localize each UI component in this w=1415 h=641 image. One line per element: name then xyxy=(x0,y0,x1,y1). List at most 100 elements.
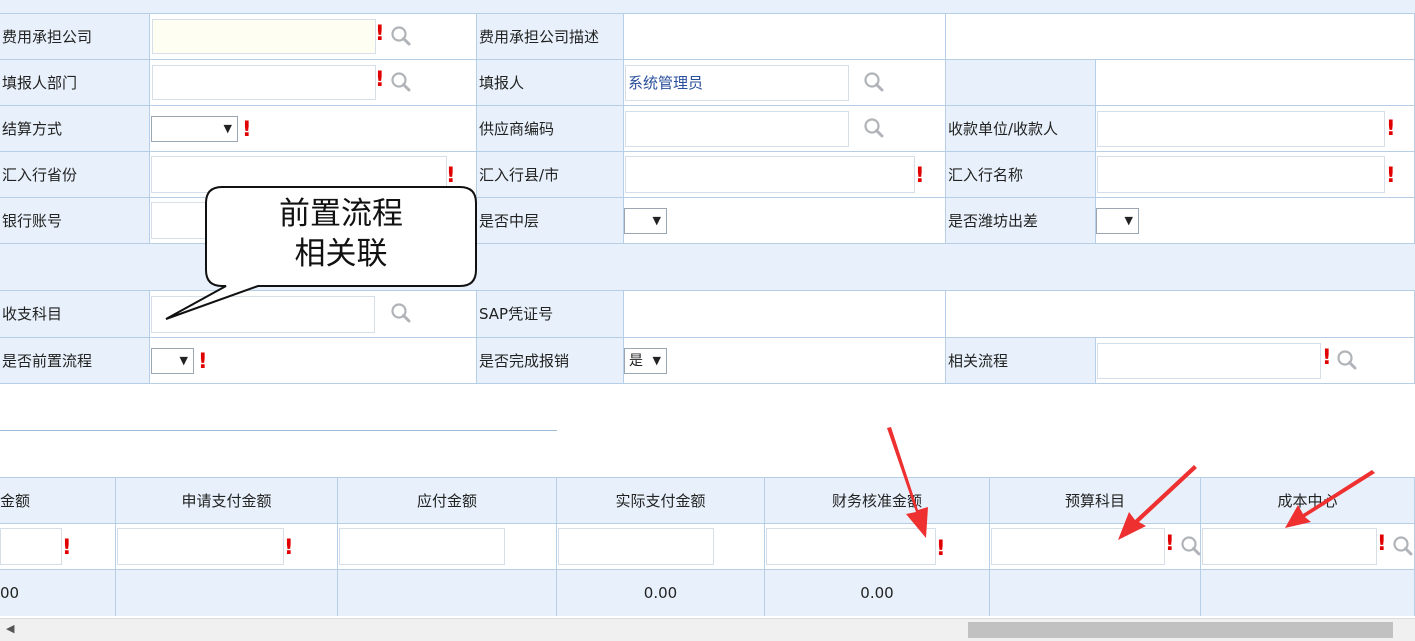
required-icon: ! xyxy=(1377,531,1387,555)
search-icon[interactable] xyxy=(863,117,885,139)
apply-pay-input[interactable] xyxy=(117,528,284,565)
cost-company-input[interactable] xyxy=(152,19,376,54)
bank-city-input[interactable] xyxy=(625,156,915,193)
bank-city-value-cell: ! xyxy=(624,152,946,198)
payable-input[interactable] xyxy=(339,528,505,565)
row2-empty-label-cell xyxy=(946,60,1096,106)
bank-province-input[interactable] xyxy=(151,156,447,193)
payee-label-cell: 收款单位/收款人 xyxy=(946,106,1096,152)
col-header-apply-pay: 申请支付金额 xyxy=(116,478,338,524)
payee-value-cell: ! xyxy=(1096,106,1415,152)
budget-subject-input[interactable] xyxy=(991,528,1165,565)
reporter-input[interactable]: 系统管理员 xyxy=(625,65,849,101)
search-icon[interactable] xyxy=(1180,535,1202,557)
total-amount-value: 00 xyxy=(0,584,20,602)
is-pre-process-select[interactable]: ▼ xyxy=(151,348,194,374)
col-header-actual-paid-text: 实际支付金额 xyxy=(615,492,706,510)
payee-input[interactable] xyxy=(1097,111,1385,147)
horizontal-scrollbar[interactable]: ◀ xyxy=(0,618,1415,641)
cost-company-desc-value-cell xyxy=(624,14,946,60)
col-header-cost-center-text: 成本中心 xyxy=(1277,492,1338,510)
is-completed-select[interactable]: 是 ▼ xyxy=(624,348,667,374)
is-weifang-value-cell: ▼ xyxy=(1096,198,1415,244)
search-icon[interactable] xyxy=(390,25,412,47)
row1-empty-cell xyxy=(946,14,1415,60)
col-header-cost-center: 成本中心 xyxy=(1201,478,1415,524)
col-header-budget-subject: 预算科目 xyxy=(990,478,1201,524)
table-cell: ! xyxy=(990,524,1201,570)
is-weifang-label-cell: 是否潍坊出差 xyxy=(946,198,1096,244)
bank-account-label: 银行账号 xyxy=(2,212,63,230)
table-cell: ! xyxy=(1201,524,1415,570)
callout-line-2: 相关联 xyxy=(294,236,388,272)
is-weifang-select[interactable]: ▼ xyxy=(1096,208,1139,234)
search-icon[interactable] xyxy=(390,302,412,324)
callout-line-1: 前置流程 xyxy=(279,196,403,232)
is-pre-process-label-cell: 是否前置流程 xyxy=(0,338,150,384)
required-icon: ! xyxy=(198,349,208,373)
table-cell: ! xyxy=(0,524,116,570)
reporter-dept-value-cell: ! xyxy=(150,60,477,106)
scroll-left-arrow-icon[interactable]: ◀ xyxy=(6,622,14,635)
supplier-code-label: 供应商编码 xyxy=(479,120,555,138)
required-icon: ! xyxy=(375,21,385,45)
is-completed-value-cell: 是 ▼ xyxy=(624,338,946,384)
reporter-value-cell: 系统管理员 xyxy=(624,60,946,106)
supplier-code-label-cell: 供应商编码 xyxy=(477,106,624,152)
total-cell-budget xyxy=(990,570,1201,616)
caret-down-icon: ▼ xyxy=(652,214,661,227)
cost-company-label: 费用承担公司 xyxy=(2,28,93,46)
search-icon[interactable] xyxy=(863,71,885,93)
col-header-finance-approved: 财务核准金额 xyxy=(765,478,990,524)
bank-province-value-cell: ! xyxy=(150,152,477,198)
required-icon: ! xyxy=(936,536,946,560)
related-process-label: 相关流程 xyxy=(948,352,1009,370)
is-completed-label-cell: 是否完成报销 xyxy=(477,338,624,384)
supplier-code-input[interactable] xyxy=(625,111,849,147)
search-icon[interactable] xyxy=(1336,349,1358,371)
col-header-actual-paid: 实际支付金额 xyxy=(557,478,765,524)
bank-name-input[interactable] xyxy=(1097,156,1385,193)
actual-paid-input[interactable] xyxy=(558,528,714,565)
settlement-label: 结算方式 xyxy=(2,120,63,138)
total-cell-finance-approved: 0.00 xyxy=(765,570,990,616)
is-middle-select[interactable]: ▼ xyxy=(624,208,667,234)
search-icon[interactable] xyxy=(390,71,412,93)
col-header-apply-pay-text: 申请支付金额 xyxy=(181,492,272,510)
finance-approved-input[interactable] xyxy=(766,528,936,565)
account-subject-input[interactable] xyxy=(151,296,375,333)
callout-text: 前置流程 相关联 xyxy=(206,194,476,274)
is-completed-value: 是 xyxy=(629,353,643,369)
col-header-amount: 金额 xyxy=(0,478,116,524)
related-process-value-cell: ! xyxy=(1096,338,1415,384)
cost-company-value-cell: ! xyxy=(150,14,477,60)
required-icon: ! xyxy=(1386,116,1396,140)
bank-province-label-cell: 汇入行省份 xyxy=(0,152,150,198)
bank-city-label-cell: 汇入行县/市 xyxy=(477,152,624,198)
total-cell-cost-center xyxy=(1201,570,1415,616)
is-completed-label: 是否完成报销 xyxy=(479,352,570,370)
required-icon: ! xyxy=(915,163,925,187)
account-subject-value-cell xyxy=(150,291,477,338)
amount-input[interactable] xyxy=(0,528,62,565)
row2-empty-value-cell xyxy=(1096,60,1415,106)
total-cell-actual-paid: 0.00 xyxy=(557,570,765,616)
reporter-dept-input[interactable] xyxy=(152,65,376,100)
settlement-label-cell: 结算方式 xyxy=(0,106,150,152)
required-icon: ! xyxy=(1322,345,1332,369)
scrollbar-thumb[interactable] xyxy=(968,622,1393,638)
search-icon[interactable] xyxy=(1392,535,1414,557)
cost-center-input[interactable] xyxy=(1202,528,1377,565)
cost-company-desc-label: 费用承担公司描述 xyxy=(479,28,600,46)
bank-name-label-cell: 汇入行名称 xyxy=(946,152,1096,198)
is-middle-label: 是否中层 xyxy=(479,212,540,230)
bank-name-label: 汇入行名称 xyxy=(948,166,1024,184)
caret-down-icon: ▼ xyxy=(652,354,661,367)
related-process-input[interactable] xyxy=(1097,343,1321,379)
caret-down-icon: ▼ xyxy=(1124,214,1133,227)
col-header-budget-subject-text: 预算科目 xyxy=(1064,492,1125,510)
related-process-label-cell: 相关流程 xyxy=(946,338,1096,384)
reporter-value: 系统管理员 xyxy=(628,74,704,92)
is-middle-value-cell: ▼ xyxy=(624,198,946,244)
settlement-select[interactable]: ▼ xyxy=(151,116,238,142)
